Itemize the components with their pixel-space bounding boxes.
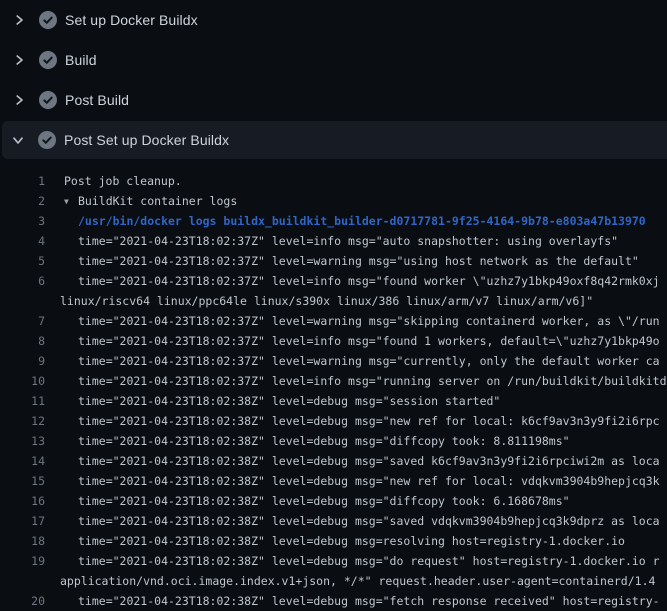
line-number[interactable]: 13 <box>0 431 46 451</box>
line-number[interactable]: 3 <box>0 211 46 231</box>
log-text: time="2021-04-23T18:02:38Z" level=debug … <box>78 431 570 451</box>
line-number[interactable]: 5 <box>0 251 46 271</box>
log-line: 7 time="2021-04-23T18:02:37Z" level=warni… <box>0 311 667 331</box>
log-command-text: /usr/bin/docker logs buildx_buildkit_bui… <box>78 211 646 231</box>
log-line: 11 time="2021-04-23T18:02:38Z" level=debu… <box>0 391 667 411</box>
log-line: 9 time="2021-04-23T18:02:37Z" level=warni… <box>0 351 667 371</box>
log-text: time="2021-04-23T18:02:37Z" level=warnin… <box>78 311 660 331</box>
log-line: 16 time="2021-04-23T18:02:38Z" level=debu… <box>0 491 667 511</box>
line-number[interactable]: 19 <box>0 551 46 571</box>
log-text: time="2021-04-23T18:02:37Z" level=info m… <box>78 371 667 391</box>
log-text: time="2021-04-23T18:02:38Z" level=debug … <box>78 391 500 411</box>
log-line: 15 time="2021-04-23T18:02:38Z" level=debu… <box>0 471 667 491</box>
line-number[interactable]: 9 <box>0 351 46 371</box>
log-text: time="2021-04-23T18:02:37Z" level=warnin… <box>78 351 660 371</box>
log-line: 20 time="2021-04-23T18:02:38Z" level=debu… <box>0 591 667 611</box>
log-line: 4 time="2021-04-23T18:02:37Z" level=info … <box>0 231 667 251</box>
line-number[interactable]: 16 <box>0 491 46 511</box>
log-line: 12 time="2021-04-23T18:02:38Z" level=debu… <box>0 411 667 431</box>
log-line: 10 time="2021-04-23T18:02:37Z" level=info… <box>0 371 667 391</box>
log-text: time="2021-04-23T18:02:38Z" level=debug … <box>78 511 660 531</box>
log-line: 17 time="2021-04-23T18:02:38Z" level=debu… <box>0 511 667 531</box>
log-line: 13 time="2021-04-23T18:02:38Z" level=debu… <box>0 431 667 451</box>
step-header-build[interactable]: Build <box>0 40 667 80</box>
log-text: time="2021-04-23T18:02:38Z" level=debug … <box>78 411 660 431</box>
line-number[interactable]: 8 <box>0 331 46 351</box>
log-line: 8 time="2021-04-23T18:02:37Z" level=info … <box>0 331 667 351</box>
log-line: 2 ▼BuildKit container logs <box>0 191 667 211</box>
log-line: 5 time="2021-04-23T18:02:37Z" level=warni… <box>0 251 667 271</box>
step-header-post-build[interactable]: Post Build <box>0 80 667 120</box>
line-number[interactable]: 7 <box>0 311 46 331</box>
log-text: time="2021-04-23T18:02:37Z" level=warnin… <box>78 251 639 271</box>
chevron-right-icon[interactable] <box>13 14 25 26</box>
log-line: 6 time="2021-04-23T18:02:37Z" level=info … <box>0 271 667 291</box>
step-header-post-set-up-docker-buildx[interactable]: Post Set up Docker Buildx <box>2 121 667 159</box>
log-text: time="2021-04-23T18:02:38Z" level=debug … <box>78 551 660 571</box>
check-circle-icon <box>39 51 57 69</box>
log-text: time="2021-04-23T18:02:38Z" level=debug … <box>78 471 660 491</box>
group-expanded-triangle-icon[interactable]: ▼ <box>64 192 78 212</box>
chevron-right-icon[interactable] <box>13 54 25 66</box>
log-viewer: 1 Post job cleanup. 2 ▼BuildKit container l… <box>0 159 667 611</box>
line-number <box>0 571 46 591</box>
chevron-down-icon[interactable] <box>12 134 24 146</box>
check-circle-icon <box>39 11 57 29</box>
line-number[interactable]: 10 <box>0 371 46 391</box>
check-circle-icon <box>38 131 56 149</box>
log-line: 1 Post job cleanup. <box>0 171 667 191</box>
log-line-continuation: linux/riscv64 linux/ppc64le linux/s390x … <box>0 291 667 311</box>
log-text: Post job cleanup. <box>64 171 182 191</box>
log-text: time="2021-04-23T18:02:38Z" level=debug … <box>78 491 570 511</box>
log-group-label[interactable]: BuildKit container logs <box>78 194 237 208</box>
log-text: time="2021-04-23T18:02:38Z" level=debug … <box>78 591 660 611</box>
line-number[interactable]: 14 <box>0 451 46 471</box>
line-number[interactable]: 17 <box>0 511 46 531</box>
line-number[interactable]: 6 <box>0 271 46 291</box>
step-label: Post Set up Docker Buildx <box>64 132 229 148</box>
log-line-continuation: application/vnd.oci.image.index.v1+json,… <box>0 571 667 591</box>
line-number[interactable]: 4 <box>0 231 46 251</box>
log-text: application/vnd.oci.image.index.v1+json,… <box>60 571 655 591</box>
step-label: Post Build <box>65 92 129 108</box>
step-header-set-up-docker-buildx[interactable]: Set up Docker Buildx <box>0 0 667 40</box>
check-circle-icon <box>39 91 57 109</box>
step-label: Build <box>65 52 97 68</box>
log-text: time="2021-04-23T18:02:37Z" level=info m… <box>78 271 660 291</box>
line-number <box>0 291 46 311</box>
line-number[interactable]: 1 <box>0 171 46 191</box>
log-line: 18 time="2021-04-23T18:02:38Z" level=debu… <box>0 531 667 551</box>
log-line: 3/usr/bin/docker logs buildx_buildkit_bu… <box>0 211 667 231</box>
line-number[interactable]: 11 <box>0 391 46 411</box>
line-number[interactable]: 2 <box>0 191 46 211</box>
log-line: 14 time="2021-04-23T18:02:38Z" level=debu… <box>0 451 667 471</box>
log-text: time="2021-04-23T18:02:37Z" level=info m… <box>78 331 660 351</box>
line-number[interactable]: 12 <box>0 411 46 431</box>
log-line: 19 time="2021-04-23T18:02:38Z" level=debu… <box>0 551 667 571</box>
log-text: time="2021-04-23T18:02:38Z" level=debug … <box>78 531 625 551</box>
log-text: linux/riscv64 linux/ppc64le linux/s390x … <box>60 291 593 311</box>
log-group-toggle[interactable]: ▼BuildKit container logs <box>64 191 237 211</box>
step-label: Set up Docker Buildx <box>65 12 198 28</box>
line-number[interactable]: 20 <box>0 591 46 611</box>
step-list: Set up Docker Buildx Build Post Build Post … <box>0 0 667 159</box>
log-text: time="2021-04-23T18:02:38Z" level=debug … <box>78 451 660 471</box>
chevron-right-icon[interactable] <box>13 94 25 106</box>
line-number[interactable]: 15 <box>0 471 46 491</box>
line-number[interactable]: 18 <box>0 531 46 551</box>
log-text: time="2021-04-23T18:02:37Z" level=info m… <box>78 231 618 251</box>
